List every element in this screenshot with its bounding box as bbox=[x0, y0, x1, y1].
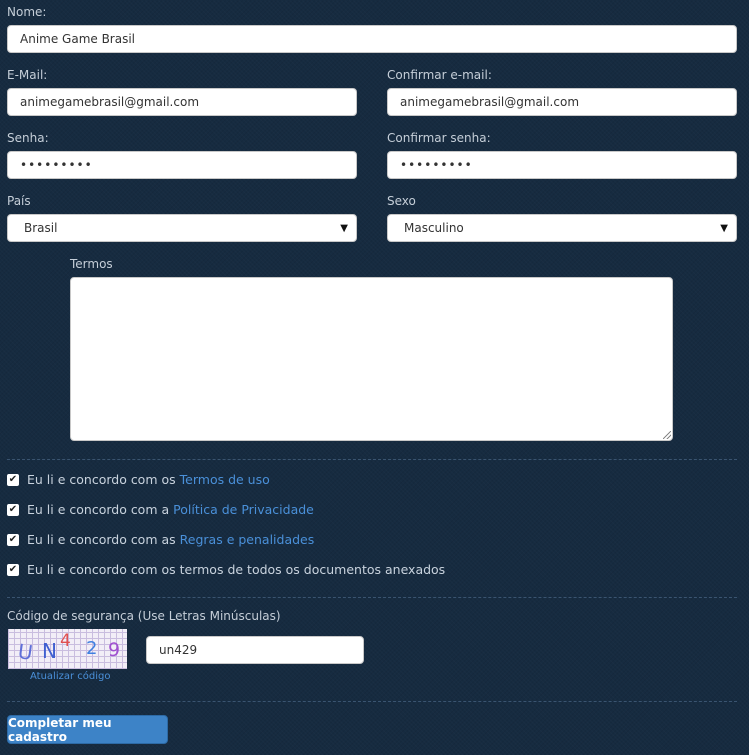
sexo-select[interactable]: Masculino ▼ bbox=[387, 214, 737, 242]
captcha-char: U bbox=[16, 639, 35, 665]
captcha-image: U N 4 2 9 bbox=[8, 629, 127, 669]
security-label: Código de segurança (Use Letras Minúscul… bbox=[7, 609, 281, 623]
captcha-char: 9 bbox=[108, 639, 121, 661]
sexo-select-value: Masculino bbox=[404, 221, 464, 235]
captcha-input[interactable]: un429 bbox=[146, 636, 364, 664]
check-row-privacidade: ✔ Eu li e concordo com a Política de Pri… bbox=[7, 502, 314, 517]
divider bbox=[7, 701, 737, 702]
email-label: E-Mail: bbox=[7, 68, 48, 82]
divider bbox=[7, 459, 737, 460]
captcha-char: 2 bbox=[86, 638, 98, 659]
check-label: Eu li e concordo com os termos de todos … bbox=[27, 562, 446, 577]
chevron-down-icon: ▼ bbox=[720, 222, 728, 234]
checkbox-regras[interactable]: ✔ bbox=[7, 533, 19, 546]
refresh-captcha-link[interactable]: Atualizar código bbox=[30, 671, 110, 682]
check-row-documentos: ✔ Eu li e concordo com os termos de todo… bbox=[7, 562, 445, 577]
email-input[interactable]: animegamebrasil@gmail.com bbox=[7, 88, 357, 116]
link-termos-de-uso[interactable]: Termos de uso bbox=[180, 472, 270, 487]
checkbox-privacidade[interactable]: ✔ bbox=[7, 503, 19, 516]
divider bbox=[7, 597, 737, 598]
submit-button[interactable]: Completar meu cadastro bbox=[7, 715, 168, 744]
link-politica-privacidade[interactable]: Política de Privacidade bbox=[173, 502, 314, 517]
nome-input[interactable]: Anime Game Brasil bbox=[7, 25, 737, 53]
check-label: Eu li e concordo com as bbox=[27, 532, 176, 547]
senha-input[interactable]: ••••••••• bbox=[7, 151, 357, 179]
check-label: Eu li e concordo com os bbox=[27, 472, 176, 487]
termos-label: Termos bbox=[70, 257, 113, 271]
chevron-down-icon: ▼ bbox=[340, 222, 348, 234]
confirm-email-label: Confirmar e-mail: bbox=[387, 68, 492, 82]
captcha-char: 4 bbox=[60, 631, 71, 651]
checkbox-termos[interactable]: ✔ bbox=[7, 473, 19, 486]
confirm-senha-input[interactable]: ••••••••• bbox=[387, 151, 737, 179]
link-regras-penalidades[interactable]: Regras e penalidades bbox=[180, 532, 315, 547]
check-label: Eu li e concordo com a bbox=[27, 502, 170, 517]
pais-select[interactable]: Brasil ▼ bbox=[7, 214, 357, 242]
termos-textarea[interactable] bbox=[70, 277, 673, 441]
pais-label: País bbox=[7, 194, 31, 208]
check-row-regras: ✔ Eu li e concordo com as Regras e penal… bbox=[7, 532, 314, 547]
resize-handle-icon[interactable] bbox=[663, 431, 671, 439]
confirm-email-input[interactable]: animegamebrasil@gmail.com bbox=[387, 88, 737, 116]
check-row-termos: ✔ Eu li e concordo com os Termos de uso bbox=[7, 472, 270, 487]
sexo-label: Sexo bbox=[387, 194, 416, 208]
confirm-senha-label: Confirmar senha: bbox=[387, 131, 491, 145]
checkbox-documentos[interactable]: ✔ bbox=[7, 563, 19, 576]
nome-label: Nome: bbox=[7, 5, 47, 19]
captcha-char: N bbox=[42, 639, 57, 663]
senha-label: Senha: bbox=[7, 131, 49, 145]
pais-select-value: Brasil bbox=[24, 221, 58, 235]
